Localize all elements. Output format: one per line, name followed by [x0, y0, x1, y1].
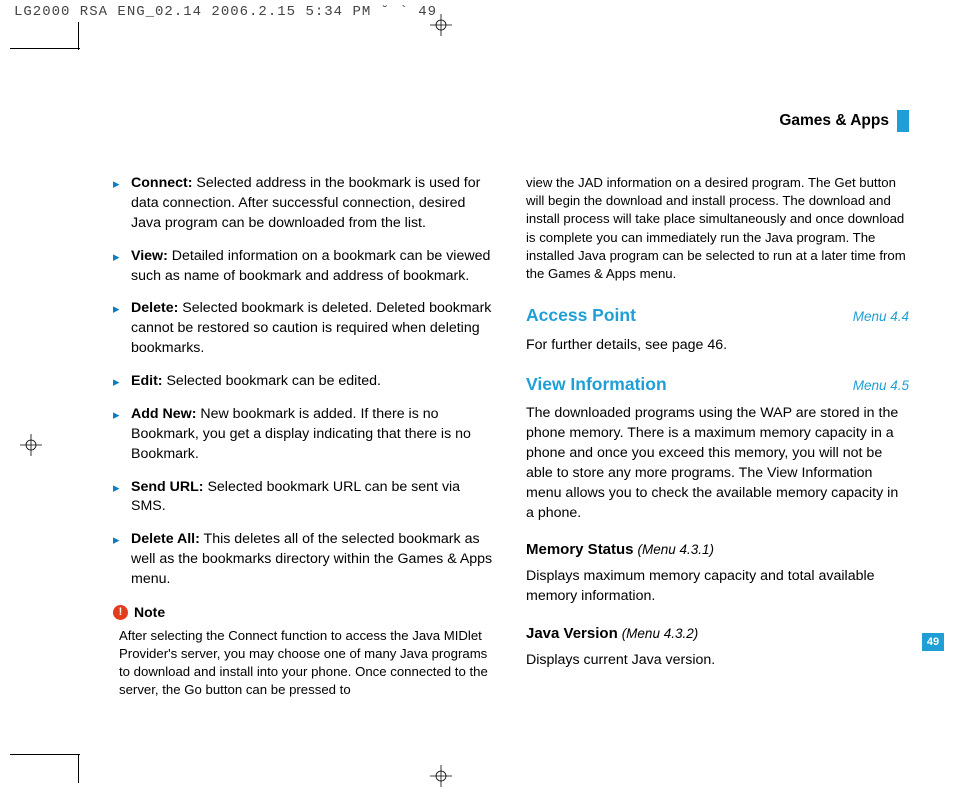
bullet-view: View: Detailed information on a bookmark…	[113, 247, 496, 287]
body-text: Displays current Java version.	[526, 651, 909, 671]
registration-mark-icon	[430, 765, 452, 787]
menu-number: Menu 4.4	[853, 308, 909, 327]
bullet-text: Selected bookmark is deleted. Deleted bo…	[131, 300, 491, 356]
note-label: Note	[134, 603, 165, 623]
subsection-title: Java Version	[526, 625, 618, 642]
bullet-add-new: Add New: New bookmark is added. If there…	[113, 405, 496, 465]
bullet-delete-all: Delete All: This deletes all of the sele…	[113, 530, 496, 590]
header-accent-block	[897, 110, 909, 132]
body-text: For further details, see page 46.	[526, 336, 909, 356]
note-continuation: view the JAD information on a desired pr…	[526, 174, 909, 283]
registration-mark-icon	[430, 14, 452, 36]
left-column: Connect: Selected address in the bookmar…	[113, 174, 496, 699]
bullet-connect: Connect: Selected address in the bookmar…	[113, 174, 496, 234]
page-title: Games & Apps	[779, 112, 889, 130]
bullet-term: Delete:	[131, 300, 178, 316]
subsection-menu-number: (Menu 4.3.2)	[622, 626, 699, 641]
subsection-memory-status: Memory Status (Menu 4.3.1)	[526, 539, 909, 561]
bullet-text: Selected bookmark can be edited.	[163, 373, 381, 389]
note-icon: !	[113, 605, 128, 620]
menu-number: Menu 4.5	[853, 377, 909, 396]
note-header: ! Note	[113, 603, 496, 623]
page-content: Games & Apps Connect: Selected address i…	[78, 50, 944, 751]
bullet-term: Edit:	[131, 373, 163, 389]
page-number: 49	[922, 633, 944, 651]
body-text: The downloaded programs using the WAP ar…	[526, 404, 909, 523]
right-column: view the JAD information on a desired pr…	[526, 174, 909, 699]
registration-mark-icon	[20, 434, 42, 456]
subsection-java-version: Java Version (Menu 4.3.2)	[526, 623, 909, 645]
bullet-term: Delete All:	[131, 531, 200, 547]
bullet-term: Add New:	[131, 406, 196, 422]
page-header: Games & Apps	[113, 110, 909, 132]
bullet-term: Send URL:	[131, 479, 204, 495]
section-view-information: View Information Menu 4.5	[526, 372, 909, 397]
section-access-point: Access Point Menu 4.4	[526, 303, 909, 328]
bullet-edit: Edit: Selected bookmark can be edited.	[113, 372, 496, 392]
bullet-term: View:	[131, 248, 168, 264]
bullet-send-url: Send URL: Selected bookmark URL can be s…	[113, 478, 496, 518]
subsection-menu-number: (Menu 4.3.1)	[637, 542, 714, 557]
bullet-delete: Delete: Selected bookmark is deleted. De…	[113, 299, 496, 359]
body-text: Displays maximum memory capacity and tot…	[526, 567, 909, 607]
subsection-title: Memory Status	[526, 541, 634, 558]
bullet-text: Detailed information on a bookmark can b…	[131, 248, 490, 284]
note-text: After selecting the Connect function to …	[113, 627, 496, 698]
bullet-term: Connect:	[131, 175, 192, 191]
file-header: LG2000 RSA ENG_02.14 2006.2.15 5:34 PM ˘…	[14, 4, 437, 20]
section-title: Access Point	[526, 303, 636, 328]
section-title: View Information	[526, 372, 667, 397]
